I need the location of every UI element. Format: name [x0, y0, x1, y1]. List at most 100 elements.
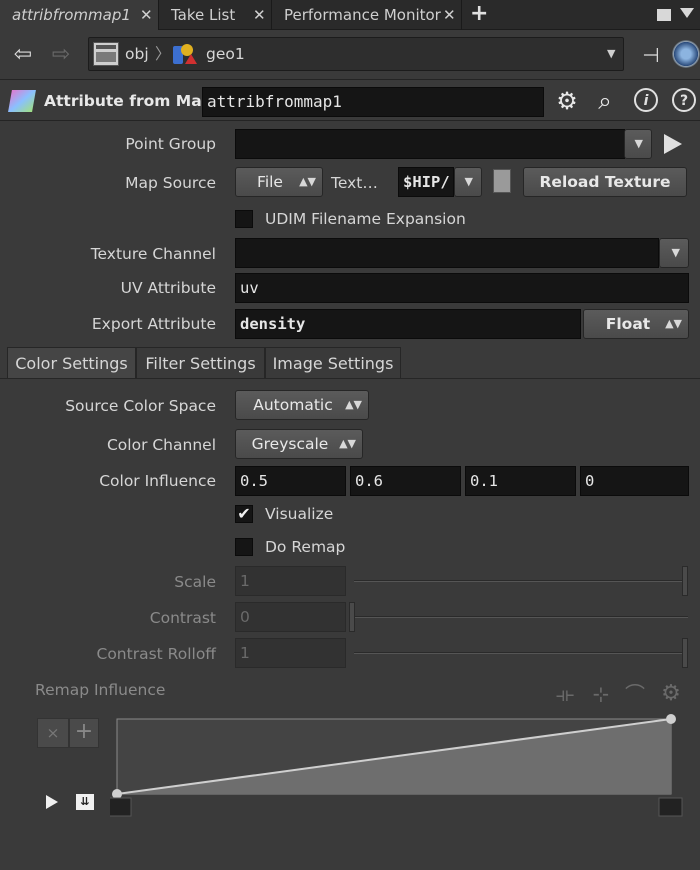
visualize-checkbox[interactable]: ✔	[235, 505, 253, 523]
divider	[0, 79, 700, 80]
scale-label: Scale	[174, 573, 216, 591]
ramp-add-point-icon[interactable]: ⟛	[550, 679, 580, 709]
back-arrow-icon[interactable]: ⇦	[8, 40, 38, 70]
node-type-label: Attribute from Map	[44, 92, 213, 110]
ramp-key-handle[interactable]	[110, 797, 132, 817]
contrast-input[interactable]: 0	[235, 602, 346, 632]
add-tab-icon[interactable]: +	[470, 0, 488, 30]
export-attribute-label: Export Attribute	[91, 315, 216, 333]
ramp-insert-point-icon[interactable]: ⊹	[586, 679, 616, 709]
ramp-gear-icon[interactable]: ⚙	[656, 679, 686, 709]
color-influence-r[interactable]: 0.5	[235, 466, 346, 496]
path-segment-geo1[interactable]: geo1	[206, 38, 245, 70]
scale-slider-track[interactable]	[354, 580, 688, 582]
help-icon[interactable]: ?	[672, 88, 696, 112]
uv-attribute-input[interactable]: uv	[235, 273, 689, 303]
gear-icon[interactable]: ⚙	[552, 86, 582, 116]
tab-label: Performance Monitor	[284, 6, 441, 24]
path-bar[interactable]: obj 〉 geo1 ▼	[88, 37, 624, 71]
color-channel-value: Greyscale	[251, 435, 329, 453]
texture-channel-label: Texture Channel	[90, 245, 216, 263]
close-icon[interactable]: ✕	[140, 0, 153, 30]
ramp-interp-icon[interactable]: ⌒	[620, 679, 650, 709]
ramp-key-handle[interactable]	[658, 797, 683, 817]
do-remap-checkbox[interactable]	[235, 538, 253, 556]
tab-label: Take List	[171, 6, 236, 24]
map-source-menu[interactable]: File ▲▼	[235, 167, 323, 197]
spin-arrows-icon: ▲▼	[665, 317, 682, 330]
texture-path-menu[interactable]: ▼	[454, 167, 482, 197]
tab-color-settings[interactable]: Color Settings	[7, 347, 136, 379]
udim-checkbox[interactable]	[235, 210, 253, 228]
texture-path-input[interactable]: $HIP/	[398, 167, 454, 197]
texture-channel-input[interactable]	[235, 238, 659, 268]
close-icon[interactable]: ✕	[253, 0, 266, 30]
info-icon[interactable]: i	[634, 88, 658, 112]
forward-arrow-icon[interactable]: ⇨	[46, 40, 76, 70]
ramp-snap-icon[interactable]: ⇊	[76, 794, 94, 810]
uv-attribute-label: UV Attribute	[120, 279, 216, 297]
contrast-slider-handle[interactable]	[349, 602, 355, 632]
scale-input[interactable]: 1	[235, 566, 346, 596]
contrast-rolloff-label: Contrast Rolloff	[96, 645, 217, 663]
scene-icon	[93, 42, 119, 66]
pane-menu-icon[interactable]	[680, 8, 694, 18]
path-segment-obj[interactable]: obj	[125, 38, 149, 70]
color-influence-b[interactable]: 0.1	[465, 466, 576, 496]
color-channel-label: Color Channel	[106, 436, 216, 454]
color-influence-g[interactable]: 0.6	[350, 466, 461, 496]
color-channel-menu[interactable]: Greyscale ▲▼	[235, 429, 363, 459]
source-color-space-menu[interactable]: Automatic ▲▼	[235, 390, 369, 420]
point-group-label: Point Group	[125, 135, 216, 153]
contrast-rolloff-slider-handle[interactable]	[682, 638, 688, 668]
divider	[0, 120, 700, 121]
map-source-value: File	[257, 173, 283, 191]
path-chevron-icon: 〉	[155, 45, 171, 63]
contrast-rolloff-slider-track[interactable]	[354, 652, 688, 654]
ramp-add-point-button[interactable]: +	[69, 718, 99, 748]
tab-label: attribfrommap1	[12, 6, 131, 24]
export-attribute-input[interactable]: density	[235, 309, 581, 339]
node-type-icon[interactable]	[8, 90, 36, 112]
remap-ramp-editor[interactable]	[110, 712, 686, 818]
export-type-value: Float	[605, 315, 651, 333]
color-influence-label: Color Influence	[99, 472, 216, 490]
spin-arrows-icon: ▲▼	[339, 437, 356, 450]
point-group-menu[interactable]: ▼	[624, 129, 652, 159]
link-pane-icon[interactable]	[672, 40, 700, 68]
visualize-label: Visualize	[265, 505, 334, 523]
geo-icon	[173, 42, 199, 66]
tab-performance-monitor[interactable]: Performance Monitor	[272, 0, 462, 30]
point-group-input[interactable]	[235, 129, 625, 159]
udim-label: UDIM Filename Expansion	[265, 210, 466, 228]
tab-filter-settings[interactable]: Filter Settings	[136, 347, 265, 379]
close-icon[interactable]: ✕	[443, 0, 456, 30]
close-icon: ×	[46, 724, 60, 742]
spin-arrows-icon: ▲▼	[345, 398, 362, 411]
select-arrow-icon[interactable]	[664, 134, 682, 154]
chevron-down-icon: ▼	[671, 246, 680, 259]
tab-attribfrommap1[interactable]: attribfrommap1	[0, 0, 158, 30]
scale-slider-handle[interactable]	[682, 566, 688, 596]
contrast-rolloff-input[interactable]: 1	[235, 638, 346, 668]
node-name-input[interactable]: attribfrommap1	[202, 87, 544, 117]
do-remap-label: Do Remap	[265, 538, 346, 556]
texture-label: Text…	[331, 174, 378, 192]
tab-image-settings[interactable]: Image Settings	[265, 347, 401, 379]
path-dropdown-icon[interactable]: ▼	[607, 38, 615, 70]
map-source-label: Map Source	[125, 174, 216, 192]
reload-texture-button[interactable]: Reload Texture	[523, 167, 687, 197]
contrast-label: Contrast	[149, 609, 216, 627]
play-icon[interactable]	[46, 795, 58, 809]
search-icon[interactable]: ⌕	[590, 86, 620, 116]
export-type-menu[interactable]: Float ▲▼	[583, 309, 689, 339]
maximize-pane-icon[interactable]	[657, 9, 671, 21]
pin-icon[interactable]: ⊣	[636, 40, 666, 70]
texture-channel-menu[interactable]: ▼	[659, 238, 689, 268]
file-chooser-icon[interactable]	[493, 169, 511, 193]
color-influence-a[interactable]: 0	[580, 466, 689, 496]
chevron-down-icon: ▼	[464, 175, 473, 188]
ramp-point[interactable]	[666, 714, 676, 724]
ramp-delete-point-button[interactable]: ×	[37, 718, 69, 748]
contrast-slider-track[interactable]	[354, 616, 688, 618]
